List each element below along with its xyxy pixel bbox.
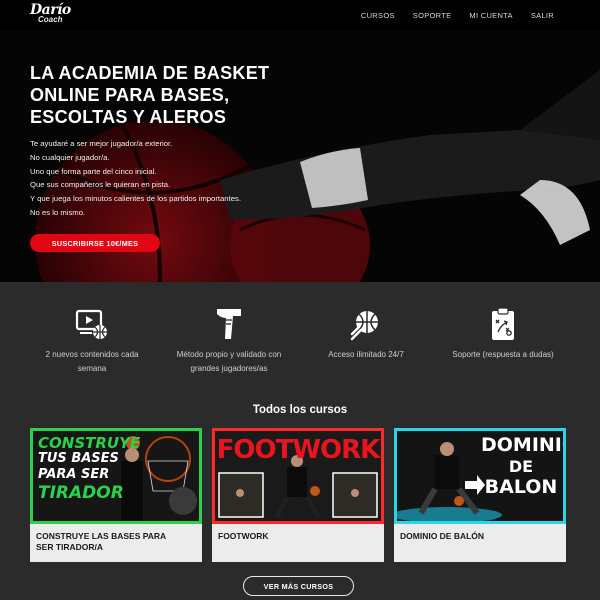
feature-label: Método propio y validado con [176, 350, 282, 359]
thumb-line: TUS BASES [38, 451, 119, 466]
features-section: 2 nuevos contenidos cada semana Método p… [0, 282, 600, 398]
hero-title-line: ONLINE PARA BASES, [30, 85, 230, 105]
hero-title-line: LA ACADEMIA DE BASKET [30, 63, 270, 83]
basketball-arrows-icon [350, 311, 378, 341]
hero-description: Te ayudaré a ser mejor jugador/a exterio… [30, 137, 241, 220]
course-title-line: CONSTRUYE LAS BASES PARA [36, 531, 167, 541]
thumb-line: DOMINIO [481, 434, 563, 456]
feature-label: grandes jugadores/as [190, 364, 268, 373]
course-title-line: SER TIRADOR/A [36, 542, 104, 552]
hero-text-line: Que sus compañeros le quieran en pista. [30, 180, 171, 190]
hero-text-line: No es lo mismo. [30, 207, 86, 217]
thumb-line: PARA SER [38, 467, 110, 482]
hero-text-line: Uno que forma parte del cinco inicial. [30, 166, 157, 176]
thumbnail-text: DOMINIO DE BALON [481, 434, 563, 498]
course-title[interactable]: DOMINIO DE BALÓN [400, 531, 560, 542]
course-title[interactable]: FOOTWORK [218, 531, 378, 542]
thumb-line: DE [508, 457, 534, 476]
hero-banner: LA ACADEMIA DE BASKET ONLINE PARA BASES,… [0, 30, 600, 282]
thumb-line: TIRADOR [38, 483, 124, 503]
feature-label: Acceso ilimitado 24/7 [328, 350, 404, 359]
nav-item-salir[interactable]: SALIR [531, 11, 554, 20]
clipboard-play-icon [492, 307, 514, 340]
nav-item-cursos[interactable]: CURSOS [361, 11, 395, 20]
shoe-icon [217, 309, 241, 339]
courses-section-title: Todos los cursos [252, 404, 348, 416]
feature-item: Método propio y validado con grandes jug… [164, 306, 294, 376]
thumbnail-text: FOOTWORK [216, 435, 381, 465]
feature-label: semana [77, 364, 107, 373]
thumbnail-text: CONSTRUYE TUS BASES PARA SER TIRADOR [38, 434, 141, 503]
hero-title: LA ACADEMIA DE BASKET ONLINE PARA BASES,… [30, 62, 330, 128]
course-thumbnail[interactable]: FOOTWORK [212, 428, 384, 524]
course-title[interactable]: CONSTRUYE LAS BASES PARA SER TIRADOR/A [36, 531, 196, 553]
more-courses-button[interactable]: VER MÁS CURSOS [243, 576, 354, 596]
course-thumbnail[interactable]: CONSTRUYE TUS BASES PARA SER TIRADOR [30, 428, 202, 524]
feature-item: Soporte (respuesta a dudas) [438, 306, 568, 362]
nav-menu: CURSOS SOPORTE MI CUENTA SALIR [361, 0, 554, 30]
thumb-line: CONSTRUYE [38, 434, 141, 452]
course-thumbnail[interactable]: DOMINIO DE BALON [394, 428, 566, 524]
logo-subtext: Coach [38, 15, 63, 24]
nav-item-mi-cuenta[interactable]: MI CUENTA [469, 11, 512, 20]
subscribe-button[interactable]: SUSCRIBIRSE 10€/MES [30, 234, 160, 252]
top-navbar: Darío Coach CURSOS SOPORTE MI CUENTA SAL… [0, 0, 600, 30]
hero-text-line: Y que juega los minutos calientes de los… [30, 194, 241, 204]
feature-item: 2 nuevos contenidos cada semana [27, 306, 157, 376]
video-basketball-icon [75, 309, 107, 339]
brand-logo[interactable]: Darío Coach [30, 2, 71, 28]
hero-text-line: Te ayudaré a ser mejor jugador/a exterio… [30, 139, 173, 148]
feature-item: Acceso ilimitado 24/7 [301, 306, 431, 362]
course-card[interactable]: CONSTRUYE TUS BASES PARA SER TIRADOR CON… [30, 428, 202, 562]
hero-text-line: No cualquier jugador/a. [30, 152, 110, 162]
feature-label: Soporte (respuesta a dudas) [452, 350, 554, 359]
course-title-line: DOMINIO DE BALÓN [400, 531, 485, 541]
thumb-line: BALON [484, 476, 558, 498]
course-card[interactable]: DOMINIO DE BALON DOMINIO DE BALÓN [394, 428, 566, 562]
course-card[interactable]: FOOTWORK FOOTWORK [212, 428, 384, 562]
feature-label: 2 nuevos contenidos cada [45, 350, 139, 359]
hero-title-line: ESCOLTAS Y ALEROS [30, 107, 227, 127]
course-title-line: FOOTWORK [218, 531, 269, 541]
nav-item-soporte[interactable]: SOPORTE [413, 11, 452, 20]
